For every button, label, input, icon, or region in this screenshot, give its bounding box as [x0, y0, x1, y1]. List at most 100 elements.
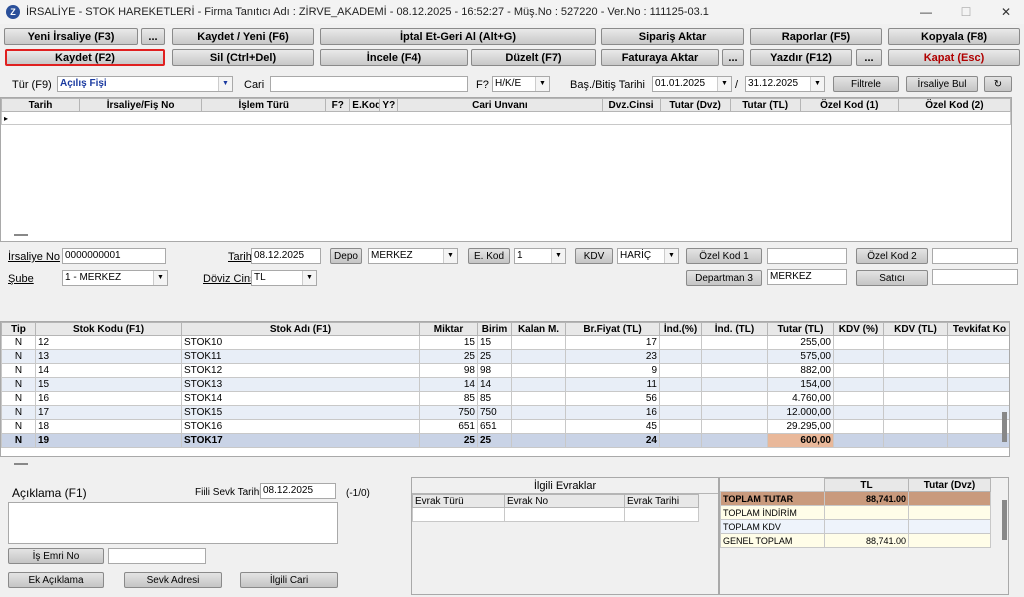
cell-kod[interactable]: 12: [35, 335, 182, 350]
cell-empty[interactable]: [947, 419, 1009, 434]
list-col-header[interactable]: Tarih: [0, 98, 81, 112]
lines-col-header[interactable]: Tutar (TL): [767, 322, 834, 336]
cell-tip[interactable]: N: [1, 349, 36, 364]
ekod-button[interactable]: E. Kod: [468, 248, 510, 264]
cari-input[interactable]: [270, 76, 468, 92]
ozel-kod1-input[interactable]: [767, 248, 847, 264]
cell-tip[interactable]: N: [1, 335, 36, 350]
cell-empty[interactable]: [833, 335, 884, 350]
cell-empty[interactable]: [883, 377, 948, 392]
cell-kalan[interactable]: [511, 405, 566, 420]
table-row[interactable]: N 12 STOK10 15 15 17 255,00: [1, 335, 1009, 350]
ekod-select[interactable]: 1 ▼: [514, 248, 566, 264]
cell-miktar[interactable]: 14: [419, 377, 478, 392]
cell-empty[interactable]: [883, 349, 948, 364]
related-col-header[interactable]: Evrak No: [504, 494, 625, 508]
cell-fiyat[interactable]: 11: [565, 377, 660, 392]
list-col-header[interactable]: İşlem Türü: [201, 98, 327, 112]
depo-button[interactable]: Depo: [330, 248, 362, 264]
cell-ind-p[interactable]: [659, 433, 702, 448]
lines-col-header[interactable]: Br.Fiyat (TL): [565, 322, 660, 336]
scrollbar-thumb[interactable]: [1002, 500, 1007, 540]
cell-tutar[interactable]: 4.760,00: [767, 391, 834, 406]
incele-button[interactable]: İncele (F4): [320, 49, 468, 66]
cell-ind-p[interactable]: [659, 349, 702, 364]
lines-col-header[interactable]: Tip: [1, 322, 36, 336]
list-col-header[interactable]: Cari Unvanı: [397, 98, 603, 112]
cell-empty[interactable]: [947, 391, 1009, 406]
cell-tutar[interactable]: 29.295,00: [767, 419, 834, 434]
minimize-button[interactable]: —: [908, 0, 944, 24]
list-col-header[interactable]: Tutar (Dvz): [659, 98, 731, 112]
cell-tip[interactable]: N: [1, 433, 36, 448]
sube-select[interactable]: 1 - MERKEZ ▼: [62, 270, 168, 286]
cell-miktar[interactable]: 85: [419, 391, 478, 406]
lines-col-header[interactable]: Tevkifat Ko: [947, 322, 1009, 336]
tarih-select[interactable]: 08.12.2025: [251, 248, 321, 264]
cell-ind-tl[interactable]: [701, 419, 768, 434]
cell-fiyat[interactable]: 17: [565, 335, 660, 350]
departman-button[interactable]: Departman 3: [686, 270, 762, 286]
cell-fiyat[interactable]: 16: [565, 405, 660, 420]
table-row[interactable]: N 15 STOK13 14 14 11 154,00: [1, 377, 1009, 392]
cell-ind-tl[interactable]: [701, 391, 768, 406]
list-col-header[interactable]: E.Kod: [349, 98, 381, 112]
cell-birim[interactable]: 750: [477, 405, 512, 420]
cell-ind-p[interactable]: [659, 391, 702, 406]
cell-empty[interactable]: [833, 377, 884, 392]
sevk-adresi-button[interactable]: Sevk Adresi: [124, 572, 222, 588]
cell-kod[interactable]: 15: [35, 377, 182, 392]
refresh-icon[interactable]: ↻: [984, 76, 1012, 92]
depo-select[interactable]: MERKEZ ▼: [368, 248, 458, 264]
more-options-button[interactable]: ...: [141, 28, 165, 45]
cell-empty[interactable]: [883, 391, 948, 406]
cell-tip[interactable]: N: [1, 377, 36, 392]
cell-empty[interactable]: [833, 419, 884, 434]
cell-kod[interactable]: 17: [35, 405, 182, 420]
kopyala-button[interactable]: Kopyala (F8): [888, 28, 1020, 45]
cell-miktar[interactable]: 15: [419, 335, 478, 350]
cell-tutar[interactable]: 12.000,00: [767, 405, 834, 420]
lines-col-header[interactable]: Kalan M.: [511, 322, 566, 336]
cell-kalan[interactable]: [511, 419, 566, 434]
cell-miktar[interactable]: 651: [419, 419, 478, 434]
doviz-select[interactable]: TL ▼: [251, 270, 317, 286]
lines-col-header[interactable]: İnd.(%): [659, 322, 702, 336]
cell-ind-p[interactable]: [659, 419, 702, 434]
ozel-kod2-button[interactable]: Özel Kod 2: [856, 248, 928, 264]
cell-tutar[interactable]: 575,00: [767, 349, 834, 364]
list-col-header[interactable]: F?: [325, 98, 351, 112]
cell-empty[interactable]: [883, 363, 948, 378]
cell-miktar[interactable]: 98: [419, 363, 478, 378]
cell-ind-p[interactable]: [659, 377, 702, 392]
cell-ind-tl[interactable]: [701, 335, 768, 350]
tur-select[interactable]: Açılış Fişi ▼: [57, 76, 233, 92]
irsaliye-list[interactable]: Tarih İrsaliye/Fiş No İşlem Türü F? E.Kod Y? C…: [0, 97, 1012, 242]
cell-ad[interactable]: STOK16: [181, 419, 420, 434]
is-emri-button[interactable]: İş Emri No: [8, 548, 104, 564]
cell-empty[interactable]: [833, 349, 884, 364]
satici-button[interactable]: Satıcı: [856, 270, 928, 286]
list-col-header[interactable]: Dvz.Cinsi: [601, 98, 661, 112]
cell-kalan[interactable]: [511, 433, 566, 448]
ilgili-cari-button[interactable]: İlgili Cari: [240, 572, 338, 588]
cell-tutar[interactable]: 600,00: [767, 433, 834, 448]
table-row[interactable]: N 18 STOK16 651 651 45 29.295,00: [1, 419, 1009, 434]
cell-empty[interactable]: [833, 363, 884, 378]
lines-col-header[interactable]: Stok Adı (F1): [181, 322, 420, 336]
cell-ind-p[interactable]: [659, 405, 702, 420]
cell-ad[interactable]: STOK13: [181, 377, 420, 392]
f-select[interactable]: H/K/E ▼: [492, 76, 550, 92]
list-col-header[interactable]: Özel Kod (1): [799, 98, 899, 112]
more-options-button[interactable]: ...: [856, 49, 882, 66]
cell-kod[interactable]: 16: [35, 391, 182, 406]
fiili-sevk-input[interactable]: 08.12.2025: [260, 483, 336, 499]
list-col-header[interactable]: Y?: [379, 98, 399, 112]
kapat-button[interactable]: Kapat (Esc): [888, 49, 1020, 66]
lines-col-header[interactable]: Stok Kodu (F1): [35, 322, 182, 336]
table-row[interactable]: N 16 STOK14 85 85 56 4.760,00: [1, 391, 1009, 406]
cell-fiyat[interactable]: 23: [565, 349, 660, 364]
cell-kod[interactable]: 14: [35, 363, 182, 378]
cell-birim[interactable]: 98: [477, 363, 512, 378]
cell-birim[interactable]: 15: [477, 335, 512, 350]
